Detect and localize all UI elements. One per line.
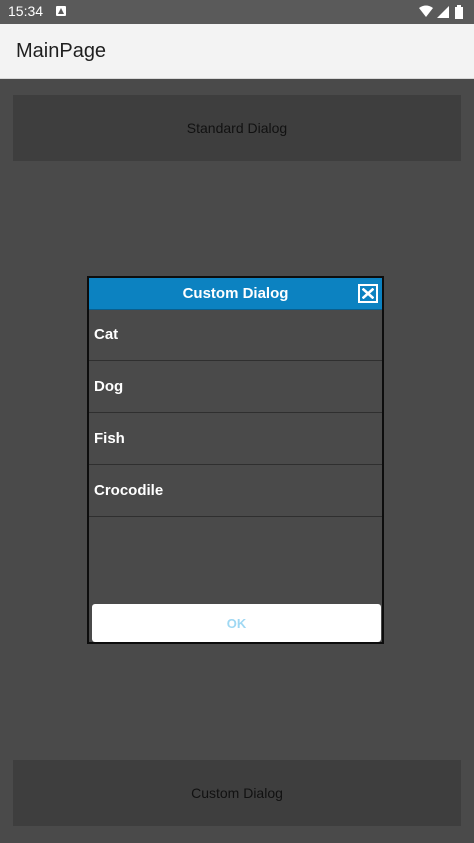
- standard-dialog-button[interactable]: Standard Dialog: [13, 95, 461, 161]
- signal-icon: [437, 6, 449, 18]
- battery-icon: [455, 5, 463, 19]
- list-item-fish[interactable]: Fish: [89, 413, 382, 465]
- animal-list: Cat Dog Fish Crocodile: [89, 309, 382, 517]
- list-item-label: Crocodile: [94, 482, 164, 499]
- list-item-label: Cat: [94, 326, 119, 343]
- status-time: 15:34: [8, 3, 44, 19]
- list-item-label: Dog: [94, 378, 124, 395]
- close-icon: [362, 288, 374, 299]
- list-item-crocodile[interactable]: Crocodile: [89, 465, 382, 517]
- notification-icon: [56, 6, 66, 16]
- dialog-title: Custom Dialog: [182, 285, 289, 302]
- ok-button[interactable]: OK: [92, 604, 381, 642]
- list-item-dog[interactable]: Dog: [89, 361, 382, 413]
- custom-dialog-button[interactable]: Custom Dialog: [13, 760, 461, 826]
- wifi-icon: [419, 5, 433, 17]
- list-item-cat[interactable]: Cat: [89, 309, 382, 361]
- list-item-label: Fish: [94, 430, 125, 447]
- page-title: MainPage: [16, 40, 107, 62]
- custom-dialog: Custom Dialog Cat Dog Fish Crocodile OK: [87, 276, 384, 644]
- dialog-header: Custom Dialog: [89, 278, 382, 310]
- status-bar: 15:34: [0, 0, 474, 24]
- status-icons: [418, 4, 468, 20]
- close-button[interactable]: [358, 284, 378, 303]
- app-bar: MainPage: [0, 24, 474, 79]
